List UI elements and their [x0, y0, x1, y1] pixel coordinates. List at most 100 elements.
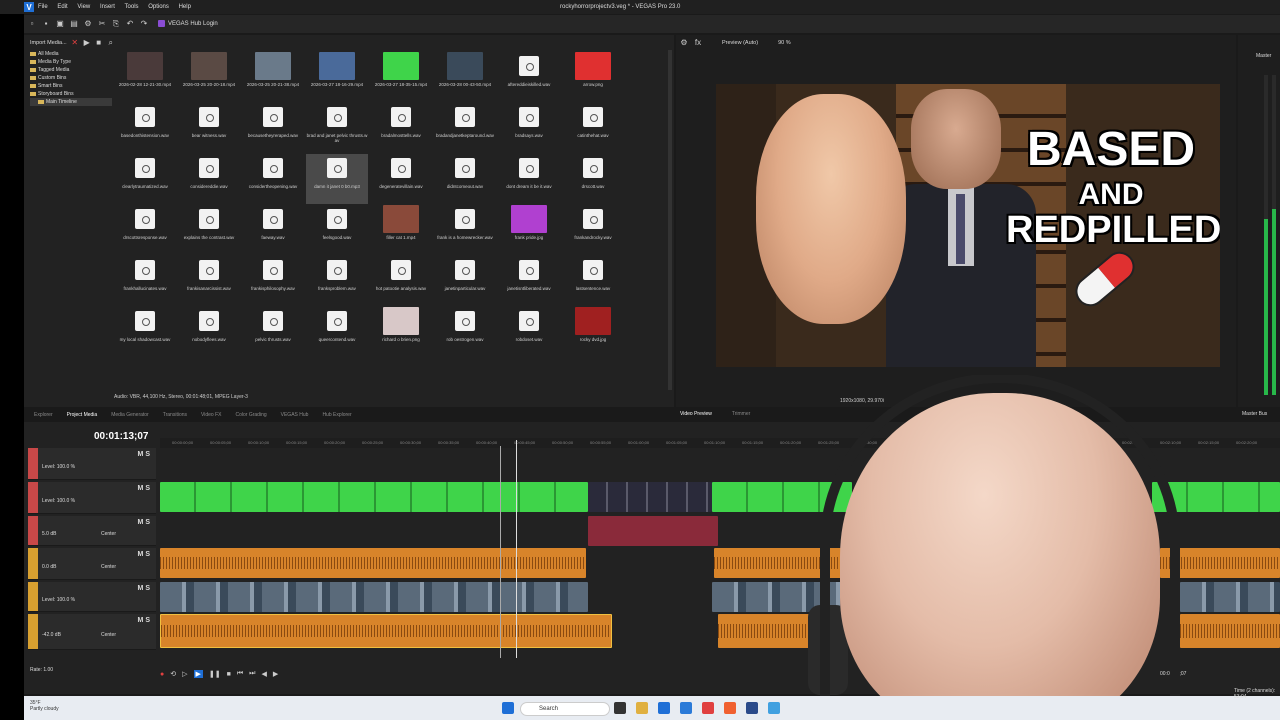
undo-icon[interactable]: ↶ [126, 20, 134, 28]
tab-vegas-hub[interactable]: VEGAS Hub [281, 412, 309, 418]
track-pan[interactable]: Center [101, 564, 116, 570]
preview-zoom-select[interactable]: 90 % [778, 40, 791, 46]
search-icon[interactable]: ⌕ [107, 39, 115, 47]
record-icon[interactable]: ● [160, 671, 164, 678]
tab-transitions[interactable]: Transitions [163, 412, 187, 418]
settings-icon[interactable]: ⚙ [84, 20, 92, 28]
media-item[interactable]: rob oestrogen.wav [434, 307, 496, 357]
tab-media-generator[interactable]: Media Generator [111, 412, 149, 418]
media-item[interactable]: dont dream it be it.wav [498, 154, 560, 204]
video-clip-movie[interactable] [160, 582, 588, 612]
vegas-hub-login[interactable]: VEGAS Hub Login [158, 20, 218, 28]
task-view-icon[interactable] [614, 702, 626, 714]
track-header[interactable]: M S Level: 100.0 % [28, 448, 156, 480]
media-item[interactable]: drscottsresponse.wav [114, 205, 176, 255]
media-item[interactable]: basedonthistension.wav [114, 103, 176, 153]
copy-icon[interactable]: ⎘ [112, 20, 120, 28]
brave-icon[interactable] [724, 702, 736, 714]
tree-item[interactable]: All Media [30, 50, 112, 58]
edge-icon[interactable] [658, 702, 670, 714]
menu-help[interactable]: Help [179, 4, 191, 10]
tree-item[interactable]: Storyboard Bins [30, 90, 112, 98]
playhead[interactable] [516, 440, 517, 658]
import-media-button[interactable]: Import Media... [30, 40, 67, 46]
media-item[interactable]: bradalmosttells.wav [370, 103, 432, 153]
track-header[interactable]: M S Level: 100.0 % [28, 482, 156, 514]
media-item[interactable]: janetinparticular.wav [434, 256, 496, 306]
mute-solo-buttons[interactable]: M S [138, 451, 150, 458]
media-item[interactable]: richard o brien.png [370, 307, 432, 357]
fx-icon[interactable]: fx [694, 39, 702, 47]
menu-options[interactable]: Options [148, 4, 169, 10]
stop-icon[interactable]: ■ [227, 671, 231, 678]
media-item[interactable]: queercontend.wav [306, 307, 368, 357]
stop-icon[interactable]: ■ [95, 39, 103, 47]
play-icon[interactable]: ▶ [83, 39, 91, 47]
tab-hub-explorer[interactable]: Hub Explorer [322, 412, 351, 418]
media-item[interactable]: 2026-03-25 20-20-18.mp4 [178, 52, 240, 102]
media-item[interactable]: arrow.png [562, 52, 624, 102]
tree-item[interactable]: Custom Bins [30, 74, 112, 82]
video-clip-footage[interactable] [588, 482, 712, 512]
media-item[interactable]: brad and janet pelvic thrusts.wav [306, 103, 368, 153]
play-from-start-icon[interactable]: ▷ [182, 670, 187, 678]
tab-video-preview[interactable]: Video Preview [680, 411, 712, 417]
media-item[interactable]: catinthehat.wav [562, 103, 624, 153]
next-frame-icon[interactable]: ▶ [273, 670, 278, 678]
audio-clip-muted[interactable] [588, 516, 718, 546]
mute-solo-buttons[interactable]: M S [138, 551, 150, 558]
audio-clip-music[interactable] [160, 614, 612, 648]
menu-edit[interactable]: Edit [57, 4, 67, 10]
track-header[interactable]: M S Level: 100.0 % [28, 582, 156, 612]
media-item[interactable]: considereddie.wav [178, 154, 240, 204]
media-item[interactable]: frankisphilosophy.wav [242, 256, 304, 306]
tab-color-grading[interactable]: Color Grading [236, 412, 267, 418]
media-item[interactable]: damn it janet 0 b0.mp3 [306, 154, 368, 204]
media-item[interactable]: drscott.wav [562, 154, 624, 204]
new-file-icon[interactable]: ▫ [28, 20, 36, 28]
menu-file[interactable]: File [38, 4, 48, 10]
play-icon[interactable]: ▶ [193, 670, 203, 678]
pause-icon[interactable]: ❚❚ [209, 670, 221, 678]
media-item[interactable]: bradsays.wav [498, 103, 560, 153]
video-clip-greenscreen[interactable] [160, 482, 588, 512]
weather-widget[interactable]: 35°F Partly cloudy [30, 700, 59, 712]
media-item[interactable]: pelvic thrusts.wav [242, 307, 304, 357]
mute-solo-buttons[interactable]: M S [138, 519, 150, 526]
media-item[interactable]: clearlytraumatized.wav [114, 154, 176, 204]
media-item[interactable]: frankhallucinates.wav [114, 256, 176, 306]
tab-project-media[interactable]: Project Media [67, 412, 98, 418]
media-item[interactable]: lastsentence.wav [562, 256, 624, 306]
store-icon[interactable] [680, 702, 692, 714]
media-item[interactable]: 2026-03-27 18-35-15.mp4 [370, 52, 432, 102]
menu-insert[interactable]: Insert [100, 4, 115, 10]
app-icon[interactable] [702, 702, 714, 714]
track-header[interactable]: M S 0.0 dB Center [28, 548, 156, 580]
tree-item[interactable]: Media By Type [30, 58, 112, 66]
audio-clip-voice[interactable] [160, 548, 586, 578]
media-item[interactable]: bradandjanetkeptaround.wav [434, 103, 496, 153]
track-header[interactable]: M S -42.0 dB Center [28, 614, 156, 650]
redo-icon[interactable]: ↷ [140, 20, 148, 28]
mute-solo-buttons[interactable]: M S [138, 485, 150, 492]
save-icon[interactable]: ▣ [56, 20, 64, 28]
media-item[interactable]: frankandrocky.wav [562, 205, 624, 255]
media-scrollbar[interactable] [668, 50, 672, 390]
media-item[interactable]: filler cat 1.mp4 [370, 205, 432, 255]
media-item[interactable]: aftereddieiskilled.wav [498, 52, 560, 102]
gear-icon[interactable]: ⚙ [680, 39, 688, 47]
media-item[interactable]: frankisanarcissist.wav [178, 256, 240, 306]
media-item[interactable]: frank pride.jpg [498, 205, 560, 255]
media-item[interactable]: 2026-03-27 18-16-29.mp4 [306, 52, 368, 102]
taskbar-search[interactable]: Search [520, 702, 610, 716]
file-explorer-icon[interactable] [636, 702, 648, 714]
tab-explorer[interactable]: Explorer [34, 412, 53, 418]
tab-video-fx[interactable]: Video FX [201, 412, 221, 418]
track-pan[interactable]: Center [101, 531, 116, 537]
track-header[interactable]: M S 5.0 dB Center [28, 516, 156, 546]
chrome-icon[interactable] [768, 702, 780, 714]
media-item[interactable]: 2026-02-28 12-21-30.mp4 [114, 52, 176, 102]
tab-trimmer[interactable]: Trimmer [732, 411, 750, 417]
tree-item[interactable]: Tagged Media [30, 66, 112, 74]
render-icon[interactable]: ▤ [70, 20, 78, 28]
